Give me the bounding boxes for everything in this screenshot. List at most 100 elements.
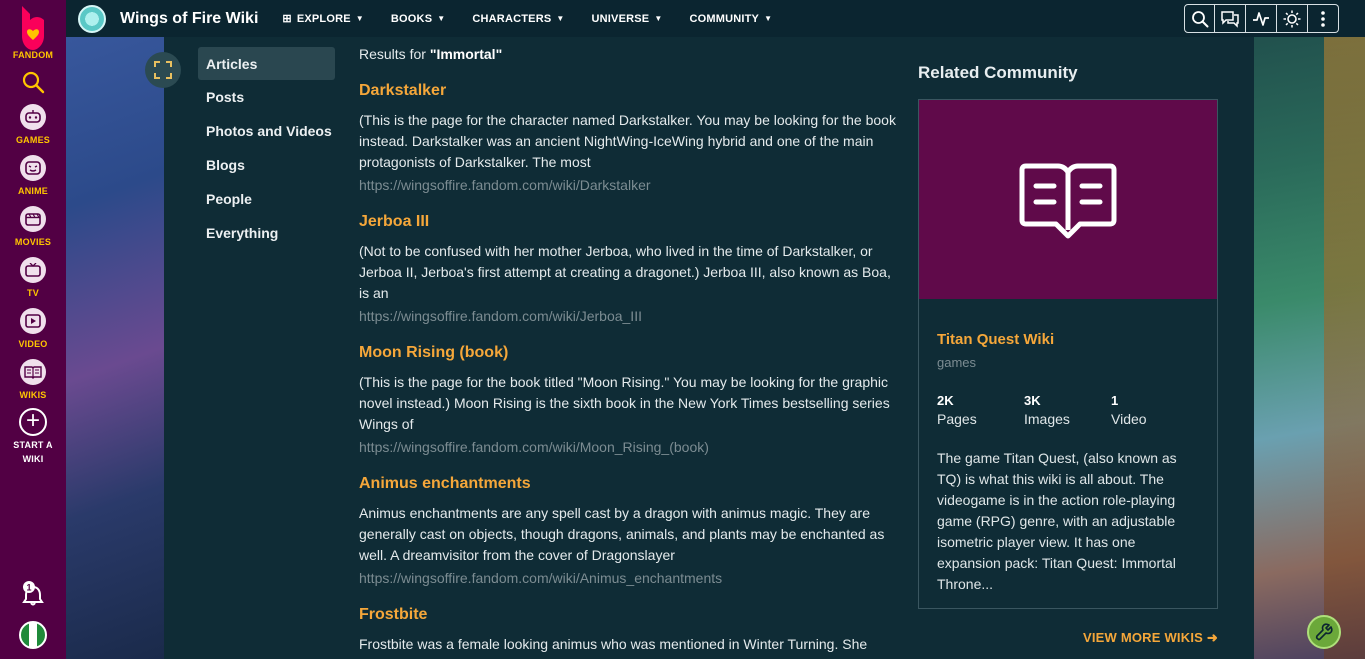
- rail-label-wikis: WIKIS: [19, 390, 47, 400]
- more-options-button[interactable]: [1308, 4, 1339, 33]
- results-heading: Results for "Immortal": [359, 46, 899, 62]
- start-a-wiki-button[interactable]: + START A WIKI: [13, 408, 53, 464]
- activity-icon: [1253, 11, 1269, 26]
- rail-label-movies: MOVIES: [14, 237, 52, 247]
- wiki-stats: 2K Pages 3K Images 1 Video: [937, 393, 1199, 427]
- chevron-down-icon: ▼: [355, 14, 364, 23]
- filter-photos-videos[interactable]: Photos and Videos: [198, 114, 335, 148]
- result-url[interactable]: https://wingsoffire.fandom.com/wiki/Moon…: [359, 439, 899, 455]
- result-snippet: (This is the page for the book titled "M…: [359, 374, 890, 432]
- search-result: Animus enchantments Animus enchantments …: [359, 475, 899, 586]
- fandom-logo[interactable]: FANDOM: [13, 4, 53, 60]
- chevron-down-icon: ▼: [654, 14, 663, 23]
- games-icon: [19, 104, 46, 130]
- search-icon: [1191, 10, 1208, 27]
- nav-label-explore: EXPLORE: [296, 12, 351, 25]
- discussions-button[interactable]: [1215, 4, 1246, 33]
- recent-changes-button[interactable]: [1246, 4, 1277, 33]
- fandom-flame-icon: [21, 6, 44, 50]
- result-title[interactable]: Frostbite: [359, 606, 899, 624]
- wiki-tools: [1184, 4, 1339, 33]
- chevron-down-icon: ▼: [764, 14, 773, 23]
- related-wiki-description: The game Titan Quest, (also known as TQ)…: [937, 450, 1177, 592]
- wiki-nav: ⊞ EXPLORE ▼ BOOKS ▼ CHARACTERS ▼ UNIVERS…: [282, 12, 799, 26]
- result-snippet: (This is the page for the character name…: [359, 112, 896, 170]
- filter-articles[interactable]: Articles: [198, 47, 335, 80]
- nav-universe[interactable]: UNIVERSE ▼: [592, 12, 663, 25]
- wiki-logo[interactable]: [78, 4, 106, 33]
- stat-images: 3K Images: [1024, 393, 1111, 427]
- result-url[interactable]: https://wingsoffire.fandom.com/wiki/Jerb…: [359, 308, 899, 324]
- rail-label-video: VIDEO: [18, 339, 48, 349]
- related-community: Related Community Titan Quest Wiki games…: [918, 63, 1218, 609]
- wiki-card-hero: [919, 100, 1217, 299]
- plus-icon: +: [19, 408, 47, 436]
- filter-everything[interactable]: Everything: [198, 216, 335, 250]
- filter-people[interactable]: People: [198, 182, 335, 216]
- filter-blogs[interactable]: Blogs: [198, 148, 335, 182]
- nav-community[interactable]: COMMUNITY ▼: [689, 12, 772, 25]
- rail-label-tv: TV: [27, 288, 39, 298]
- related-wiki-card[interactable]: Titan Quest Wiki games 2K Pages 3K Image…: [918, 99, 1218, 609]
- discussions-icon: [1221, 10, 1239, 28]
- search-filter-list: Articles Posts Photos and Videos Blogs P…: [198, 47, 335, 250]
- result-title[interactable]: Moon Rising (book): [359, 344, 899, 362]
- rail-item-movies[interactable]: MOVIES: [15, 206, 51, 247]
- search-query: "Immortal": [429, 46, 503, 62]
- stat-number: 3K: [1024, 393, 1041, 408]
- rail-label-games: GAMES: [15, 135, 50, 145]
- rail-item-video[interactable]: VIDEO: [18, 308, 47, 349]
- fandom-brand-label: FANDOM: [12, 50, 54, 60]
- kebab-menu-icon: [1321, 10, 1325, 27]
- related-wiki-name[interactable]: Titan Quest Wiki: [937, 331, 1199, 348]
- related-wiki-category: games: [937, 355, 977, 370]
- result-snippet: Animus enchantments are any spell cast b…: [359, 505, 885, 563]
- wiki-title[interactable]: Wings of Fire Wiki: [120, 10, 258, 28]
- search-icon[interactable]: [21, 70, 45, 94]
- open-book-icon: [1019, 163, 1117, 238]
- wrench-icon: [1315, 623, 1333, 641]
- result-url[interactable]: https://wingsoffire.fandom.com/wiki/Anim…: [359, 570, 899, 586]
- background-art-left: [66, 0, 166, 659]
- rail-item-anime[interactable]: ANIME: [18, 155, 48, 196]
- related-community-heading: Related Community: [918, 63, 1078, 82]
- result-snippet: Frostbite was a female looking animus wh…: [359, 636, 868, 652]
- notifications-bell-icon[interactable]: 1: [21, 581, 45, 607]
- rail-item-wikis[interactable]: WIKIS: [20, 359, 47, 400]
- search-results: Results for "Immortal" Darkstalker (This…: [359, 46, 899, 655]
- start-wiki-label-line1: START A: [13, 440, 53, 450]
- nav-characters[interactable]: CHARACTERS ▼: [472, 12, 564, 25]
- rail-item-games[interactable]: GAMES: [16, 104, 50, 145]
- result-title[interactable]: Darkstalker: [359, 82, 899, 100]
- video-icon: [19, 308, 46, 334]
- movies-icon: [20, 206, 46, 232]
- expand-content-button[interactable]: [145, 52, 181, 88]
- nav-books[interactable]: BOOKS ▼: [391, 12, 445, 25]
- search-result: Darkstalker (This is the page for the ch…: [359, 82, 899, 193]
- view-more-wikis-link[interactable]: VIEW MORE WIKIS ➜: [1083, 630, 1218, 646]
- sun-icon: [1283, 10, 1301, 27]
- stat-label: Pages: [937, 411, 977, 427]
- anime-icon: [20, 155, 46, 181]
- result-url[interactable]: https://wingsoffire.fandom.com/wiki/Dark…: [359, 177, 899, 193]
- rail-item-tv[interactable]: TV: [20, 257, 46, 298]
- theme-toggle-button[interactable]: [1277, 4, 1308, 33]
- tv-icon: [20, 257, 46, 283]
- notification-count: 1: [26, 583, 31, 593]
- expand-icon: [154, 61, 172, 79]
- rail-label-anime: ANIME: [18, 186, 48, 196]
- result-title[interactable]: Jerboa III: [359, 213, 899, 231]
- chevron-down-icon: ▼: [437, 14, 446, 23]
- stat-number: 2K: [937, 393, 954, 408]
- nav-label-books: BOOKS: [390, 12, 433, 25]
- result-title[interactable]: Animus enchantments: [359, 475, 899, 493]
- search-button[interactable]: [1184, 4, 1215, 33]
- nav-explore[interactable]: ⊞ EXPLORE ▼: [282, 12, 364, 26]
- stat-pages: 2K Pages: [937, 393, 1024, 427]
- user-avatar[interactable]: [19, 621, 47, 649]
- view-more-label: VIEW MORE WIKIS: [1083, 630, 1203, 645]
- background-art-right: [1254, 0, 1365, 659]
- wiki-tools-button[interactable]: [1307, 615, 1341, 649]
- filter-posts[interactable]: Posts: [198, 80, 335, 114]
- stat-video: 1 Video: [1111, 393, 1198, 427]
